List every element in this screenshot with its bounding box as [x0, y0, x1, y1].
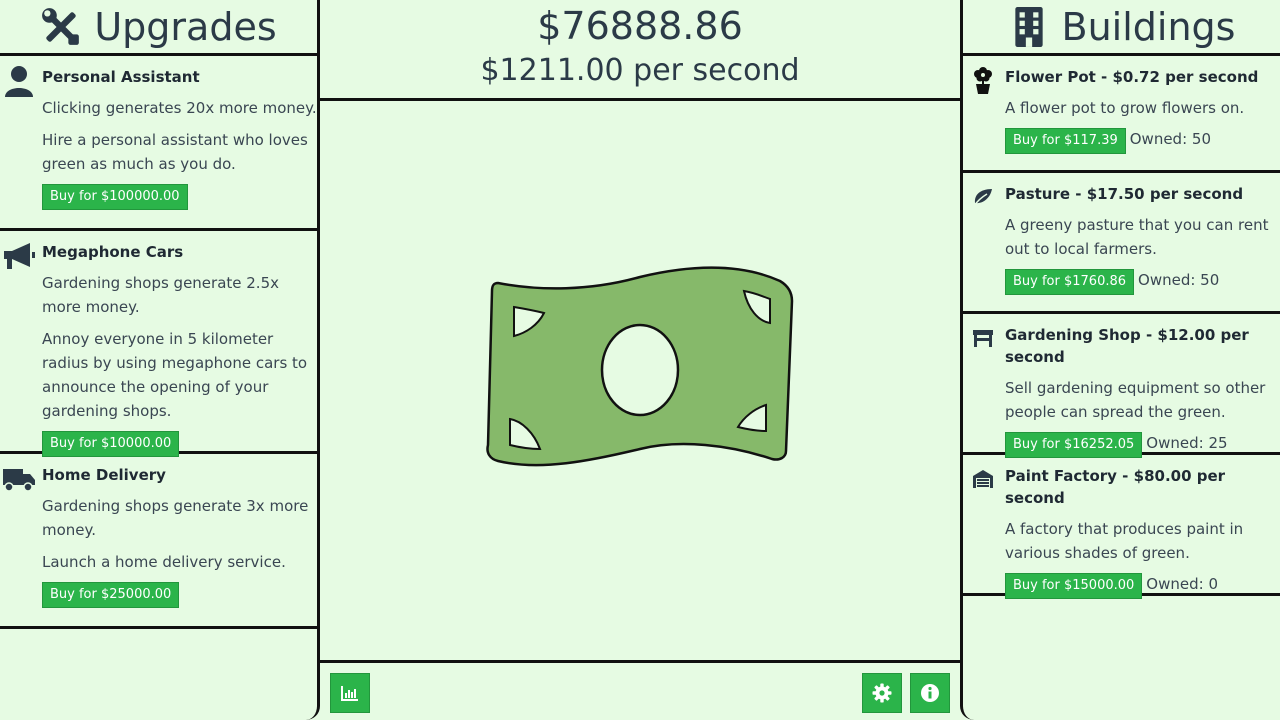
building-description: A greeny pasture that you can rent out t…: [1005, 216, 1269, 258]
owned-count: Owned: 0: [1146, 575, 1218, 593]
store-icon: [969, 324, 997, 352]
user-icon: [2, 64, 36, 98]
building-title: Flower Pot - $0.72 per second: [1005, 68, 1259, 86]
truck-icon: [2, 462, 36, 496]
warehouse-icon: [969, 465, 997, 493]
owned-count: Owned: 50: [1129, 130, 1211, 148]
money-total: $76888.86: [537, 4, 743, 48]
info-icon: [921, 684, 939, 702]
building-title: Paint Factory - $80.00 per second: [1005, 467, 1226, 507]
main-panel: $76888.86 $1211.00 per second: [320, 0, 960, 720]
building-card-flower-pot: Flower Pot - $0.72 per second A flower p…: [963, 56, 1280, 173]
money-bill-icon[interactable]: [480, 261, 800, 481]
upgrades-title: Upgrades: [94, 4, 277, 49]
building-description: A flower pot to grow flowers on.: [1005, 99, 1245, 117]
buy-upgrade-button[interactable]: Buy for $100000.00: [42, 184, 188, 210]
buildings-header: Buildings: [963, 0, 1280, 56]
building-card-gardening-shop: Gardening Shop - $12.00 per second Sell …: [963, 314, 1280, 458]
upgrade-title: Home Delivery: [42, 466, 166, 484]
upgrade-effect: Gardening shops generate 2.5x more money…: [42, 274, 279, 316]
buy-building-button[interactable]: Buy for $15000.00: [1005, 573, 1143, 599]
gear-icon: [872, 683, 892, 703]
stats-button[interactable]: [330, 673, 370, 713]
buildings-panel: Buildings Flower Pot - $0.72 per second …: [960, 0, 1280, 720]
building-title: Pasture - $17.50 per second: [1005, 185, 1244, 203]
buy-upgrade-button[interactable]: Buy for $25000.00: [42, 582, 180, 608]
info-button[interactable]: [910, 673, 950, 713]
building-card-paint-factory: Paint Factory - $80.00 per second A fact…: [963, 455, 1280, 599]
owned-count: Owned: 50: [1138, 271, 1220, 289]
tools-icon: [42, 7, 80, 45]
upgrade-card-personal-assistant: Personal Assistant Clicking generates 20…: [0, 56, 317, 231]
building-description: A factory that produces paint in various…: [1005, 520, 1244, 562]
upgrade-description: Launch a home delivery service.: [42, 553, 286, 571]
click-area: [320, 101, 960, 661]
settings-button[interactable]: [862, 673, 902, 713]
owned-count: Owned: 25: [1146, 434, 1228, 452]
money-rate: $1211.00 per second: [480, 53, 800, 88]
upgrade-title: Megaphone Cars: [42, 243, 184, 261]
upgrade-effect: Gardening shops generate 3x more money.: [42, 497, 309, 539]
upgrade-effect: Clicking generates 20x more money.: [42, 99, 317, 117]
upgrade-description: Hire a personal assistant who loves gree…: [42, 131, 308, 173]
megaphone-icon: [2, 239, 36, 273]
buy-building-button[interactable]: Buy for $1760.86: [1005, 269, 1135, 295]
buy-building-button[interactable]: Buy for $117.39: [1005, 128, 1126, 154]
upgrades-panel: Upgrades Personal Assistant Clicking gen…: [0, 0, 320, 720]
building-title: Gardening Shop - $12.00 per second: [1005, 326, 1249, 366]
upgrade-title: Personal Assistant: [42, 68, 200, 86]
upgrade-card-home-delivery: Home Delivery Gardening shops generate 3…: [0, 454, 317, 629]
buildings-title: Buildings: [1061, 4, 1236, 49]
money-header: $76888.86 $1211.00 per second: [320, 0, 960, 101]
upgrade-card-megaphone-cars: Megaphone Cars Gardening shops generate …: [0, 231, 317, 457]
chart-icon: [341, 686, 358, 701]
upgrades-header: Upgrades: [0, 0, 317, 56]
building-card-pasture: Pasture - $17.50 per second A greeny pas…: [963, 173, 1280, 314]
bottom-toolbar: [320, 660, 960, 720]
upgrade-description: Annoy everyone in 5 kilometer radius by …: [42, 330, 308, 420]
building-description: Sell gardening equipment so other people…: [1005, 379, 1266, 421]
leaf-icon: [969, 183, 997, 211]
building-icon: [1014, 6, 1043, 47]
flower-pot-icon: [969, 66, 997, 94]
